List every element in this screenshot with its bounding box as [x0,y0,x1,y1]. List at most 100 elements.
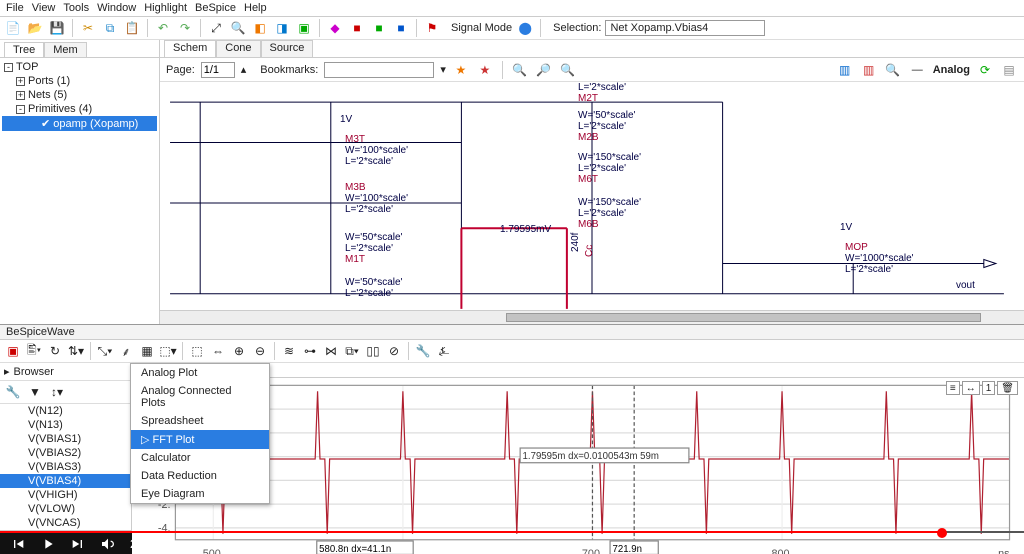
schem-hscroll[interactable] [160,310,1024,324]
tool-c-icon[interactable]: ▣ [295,19,313,37]
plot-opt-fit[interactable]: ↔ [962,381,980,395]
wave-e-icon[interactable]: ▯▯ [364,342,382,360]
browser-sort-icon[interactable]: ↕▾ [48,383,66,401]
ctx-item[interactable]: Spreadsheet [131,412,269,430]
menu-highlight[interactable]: Highlight [144,2,187,14]
menu-tools[interactable]: Tools [63,2,89,14]
tool-e-icon[interactable]: ■ [348,19,366,37]
find2-icon[interactable]: 🔎 [535,61,553,79]
find-icon[interactable]: 🔍 [511,61,529,79]
signal-item[interactable]: V(N12) [0,404,131,418]
cut-icon[interactable]: ✂ [79,19,97,37]
selection-value[interactable]: Net Xopamp.Vbias4 [605,20,765,36]
new-icon[interactable]: 📄 [4,19,22,37]
tab-source[interactable]: Source [261,40,314,57]
view-b-icon[interactable]: ▥ [860,61,878,79]
copy-icon[interactable]: ⧉ [101,19,119,37]
tab-tree[interactable]: Tree [4,42,44,57]
signal-item[interactable]: V(VLOW) [0,502,131,516]
bookmarks-input[interactable] [324,62,434,78]
plot-opt-single[interactable]: 1 [982,381,996,395]
wave-g-icon[interactable]: 🔧 [414,342,432,360]
bm-del-icon[interactable]: ★ [476,61,494,79]
tab-cone[interactable]: Cone [216,40,260,57]
menu-file[interactable]: File [6,2,24,14]
wave-reload-icon[interactable]: ↻ [46,342,64,360]
ctx-item[interactable]: ▷ FFT Plot [131,430,269,449]
wave-rec-icon[interactable]: ▣ [4,342,22,360]
next-icon[interactable] [70,536,86,552]
tool-g-icon[interactable]: ■ [392,19,410,37]
tree-node[interactable]: -Primitives (4) [2,102,157,116]
wave-cursor-icon[interactable]: ⤡▾ [96,342,114,360]
wave-zoomx-icon[interactable]: ⇔ [209,342,227,360]
tool-a-icon[interactable]: ◧ [251,19,269,37]
wave-meas-icon[interactable]: ⸙ [117,342,135,360]
signal-item[interactable]: V(VBIAS1) [0,432,131,446]
wave-c-icon[interactable]: ⋈ [322,342,340,360]
zoom-fit-icon[interactable]: ⤢ [207,19,225,37]
undo-icon[interactable]: ↶ [154,19,172,37]
save-icon[interactable]: 💾 [48,19,66,37]
wave-zoomout-icon[interactable]: ⊖ [251,342,269,360]
tool-d-icon[interactable]: ◆ [326,19,344,37]
page-up-icon[interactable]: ▴ [241,63,247,76]
wave-zoomfull-icon[interactable]: ⬚ [188,342,206,360]
view-a-icon[interactable]: ▥ [836,61,854,79]
wave-a-icon[interactable]: ≋ [280,342,298,360]
play-icon[interactable] [40,536,56,552]
signal-item[interactable]: V(VBIAS3) [0,460,131,474]
schematic-canvas[interactable]: 1V M3TW='100*scale'L='2*scale' M3BW='100… [160,82,1024,324]
view-zoom-icon[interactable]: 🔍 [884,61,902,79]
wave-h-icon[interactable]: ⍼ [435,342,453,360]
plot-opt-trash[interactable]: 🗑 [997,381,1018,395]
video-progress[interactable] [0,531,1024,533]
find3-icon[interactable]: 🔍 [559,61,577,79]
browser-filter-icon[interactable]: ▼ [26,383,44,401]
signal-list[interactable]: V(N12)V(N13)V(VBIAS1)V(VBIAS2)V(VBIAS3)V… [0,404,131,530]
wave-sync-icon[interactable]: ⇅▾ [67,342,85,360]
wave-zoomin-icon[interactable]: ⊕ [230,342,248,360]
paste-icon[interactable]: 📋 [123,19,141,37]
signal-item[interactable]: V(N13) [0,418,131,432]
tab-mem[interactable]: Mem [44,42,86,57]
refresh-icon[interactable]: ⟳ [976,61,994,79]
signal-mode-toggle[interactable]: ⬤ [516,19,534,37]
signal-item[interactable]: V(VNCAS) [0,516,131,530]
context-menu[interactable]: Analog PlotAnalog Connected PlotsSpreads… [130,363,270,504]
tool-f-icon[interactable]: ■ [370,19,388,37]
tree-node[interactable]: +Nets (5) [2,88,157,102]
wave-b-icon[interactable]: ⊶ [301,342,319,360]
bm-add-icon[interactable]: ★ [452,61,470,79]
layers-icon[interactable]: ▤ [1000,61,1018,79]
menu-help[interactable]: Help [244,2,267,14]
signal-item[interactable]: V(VBIAS2) [0,446,131,460]
wave-f-icon[interactable]: ⊘ [385,342,403,360]
wave-grid-icon[interactable]: ▦ [138,342,156,360]
tool-b-icon[interactable]: ◨ [273,19,291,37]
tree-node[interactable]: -TOP [2,60,157,74]
page-input[interactable] [201,62,235,78]
zoom-in-icon[interactable]: 🔍 [229,19,247,37]
ctx-item[interactable]: Data Reduction [131,467,269,485]
ctx-item[interactable]: Calculator [131,449,269,467]
browser-expand-icon[interactable]: ▸ [4,365,10,378]
plot-opt-menu[interactable]: ≡ [946,381,960,395]
wave-d-icon[interactable]: ⧉▾ [343,342,361,360]
tree-node[interactable]: +Ports (1) [2,74,157,88]
wave-save-icon[interactable]: 🖺▾ [25,342,43,360]
tab-schem[interactable]: Schem [164,40,216,57]
tree-node[interactable]: ✔ opamp (Xopamp) [2,116,157,131]
wave-step-icon[interactable]: ⬚▾ [159,342,177,360]
prev-icon[interactable] [10,536,26,552]
signal-item[interactable]: V(VHIGH) [0,488,131,502]
ctx-item[interactable]: Analog Plot [131,364,269,382]
volume-icon[interactable] [100,536,116,552]
menu-bespice[interactable]: BeSpice [195,2,236,14]
ctx-item[interactable]: Eye Diagram [131,485,269,503]
menu-window[interactable]: Window [97,2,136,14]
signal-item[interactable]: V(VBIAS4) [0,474,131,488]
redo-icon[interactable]: ↷ [176,19,194,37]
menu-view[interactable]: View [32,2,56,14]
browser-tool1-icon[interactable]: 🔧 [4,383,22,401]
